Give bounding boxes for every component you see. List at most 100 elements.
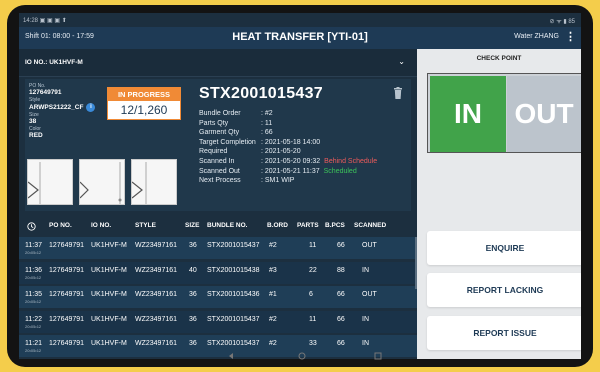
row-date: 20•05•12 [25,323,42,329]
row-po: 127649791 [49,340,85,348]
row-io: UK1HVF-M [91,315,127,323]
row-time: 11:37 [25,242,42,249]
column-header[interactable]: PO NO. [49,222,72,229]
row-bord: #2 [269,242,277,249]
row-size: 36 [189,315,197,323]
user-name[interactable]: Water ZHANG [514,33,559,40]
bundle-attribute-row: Required: 2021-05-20 [199,147,377,157]
row-scanned: IN [362,266,369,274]
table-row[interactable]: 11:22 20•05•12 127649791 UK1HVF-M WZ23497161… [19,310,417,333]
tablet-frame: 14:28 ▣ ▣ ▣ ⬆ ⊘ ᯤ ▮ 85 Shift 01: 08:00 -… [7,5,593,367]
io-selector[interactable]: IO NO.: UK1HVF-M ⌄ [19,49,417,77]
column-header[interactable]: BUNDLE NO. [207,222,247,229]
status-right: ⊘ ᯤ ▮ 85 [549,19,575,25]
in-out-toggle: IN OUT [427,73,581,153]
bundle-attributes: Bundle Order: #2 Parts Qty: 11 Garment Qty… [199,109,377,186]
column-header[interactable]: STYLE [135,222,156,229]
row-bundle: STX2001015437 [207,242,260,249]
row-size: 36 [189,340,197,348]
garment-thumbnails [27,159,197,205]
row-bundle: STX2001015438 [207,266,260,274]
report-issue-button[interactable]: REPORT ISSUE [427,316,581,350]
progress-badge: IN PROGRESS 12/1,260 [107,87,181,120]
scan-history-table: 11:37 20•05•12 127649791 UK1HVF-M WZ23497161… [19,237,417,359]
navigation-bar [7,351,569,361]
row-scanned: IN [362,340,369,348]
row-parts: 11 [309,242,317,249]
row-po: 127649791 [49,266,85,274]
bundle-attribute-key: Next Process [199,177,241,185]
garment-thumbnail[interactable] [27,159,73,205]
row-po: 127649791 [49,291,85,299]
bundle-attribute-row: Garment Qty: 66 [199,128,377,138]
row-bundle: STX2001015437 [207,315,260,323]
row-scanned: OUT [362,291,377,299]
row-bundle: STX2001015436 [207,291,260,299]
style-value: ARWPS21222_CF [29,103,84,111]
row-parts: 22 [309,266,317,274]
row-io: UK1HVF-M [91,266,127,274]
more-menu-icon[interactable]: ⋮ [565,30,576,43]
out-button[interactable]: OUT [507,76,581,152]
schedule-status: Scheduled [323,167,357,175]
row-bord: #2 [269,315,277,323]
in-button[interactable]: IN [430,76,506,152]
column-header[interactable]: IO NO. [91,222,111,229]
clock-icon [27,222,36,233]
progress-status: IN PROGRESS [108,88,180,101]
color-value: RED [29,132,43,139]
progress-count: 12/1,260 [120,103,168,117]
row-time: 11:22 [25,315,42,323]
bundle-attribute-row: Scanned Out: 2021-05-21 11:37 Scheduled [199,167,377,177]
row-scanned: OUT [362,242,377,249]
chevron-down-icon[interactable]: ⌄ [398,57,405,66]
schedule-status: Behind Schedule [324,157,378,165]
bundle-attribute-row: Scanned In : 2021-05-20 09:32 Behind Sched… [199,157,377,167]
nav-icons [229,352,382,360]
bundle-attribute-key: Parts Qty [199,119,229,127]
row-io: UK1HVF-M [91,340,127,348]
column-header[interactable]: B.ORD [267,222,288,229]
column-header[interactable]: SIZE [185,222,199,229]
bundle-id: STX2001015437 [199,85,324,102]
row-style: WZ23497161 [135,291,178,299]
enquire-button[interactable]: ENQUIRE [427,231,581,265]
trash-icon[interactable] [393,87,403,99]
bundle-attribute-value: : #2 [261,110,273,117]
row-style: WZ23497161 [135,340,178,348]
row-bundle: STX2001015437 [207,340,260,348]
bundle-attribute-row: Bundle Order: #2 [199,109,377,119]
row-size: 40 [189,266,197,274]
row-io: UK1HVF-M [91,242,127,249]
info-icon[interactable]: i [86,103,96,112]
row-bpcs: 66 [337,340,345,348]
row-bpcs: 66 [337,291,345,299]
title-bar: Shift 01: 08:00 - 17:59 HEAT TRANSFER [Y… [19,27,581,49]
row-bord: #1 [269,291,277,299]
bundle-attribute-key: Garment Qty [199,129,240,137]
row-date: 20•05•12 [25,250,42,255]
bundle-attribute-key: Scanned Out [199,167,240,175]
order-info: PO No. 127649791 Style ARWPS21222_CF i S… [29,83,96,140]
garment-thumbnail[interactable] [79,159,125,205]
report-lacking-button[interactable]: REPORT LACKING [427,273,581,307]
column-header[interactable]: SCANNED [354,222,386,229]
row-time: 11:35 [25,291,42,299]
bundle-attribute-value: : 2021-05-20 09:32 [261,157,321,165]
back-icon [229,353,233,359]
garment-thumbnail[interactable] [131,159,177,205]
row-po: 127649791 [49,242,85,249]
bundle-attribute-key: Target Completion [199,138,256,146]
checkpoint-title: CHECK POINT [476,55,522,62]
bundle-attribute-row: Parts Qty: 11 [199,119,377,129]
table-row[interactable]: 11:37 20•05•12 127649791 UK1HVF-M WZ23497161… [19,237,417,259]
bundle-attribute-key: Scanned In [199,157,235,165]
column-header[interactable]: PARTS [297,222,319,229]
bundle-attribute-key: Required [199,148,228,156]
row-parts: 33 [309,340,317,348]
table-row[interactable]: 11:36 20•05•12 127649791 UK1HVF-M WZ23497161… [19,261,417,284]
column-header[interactable]: B.PCS [325,222,345,229]
left-panel: IO NO.: UK1HVF-M ⌄ PO No. 127649791 Styl… [19,49,417,359]
row-io: UK1HVF-M [91,291,127,299]
table-row[interactable]: 11:35 20•05•12 127649791 UK1HVF-M WZ23497161… [19,286,417,309]
